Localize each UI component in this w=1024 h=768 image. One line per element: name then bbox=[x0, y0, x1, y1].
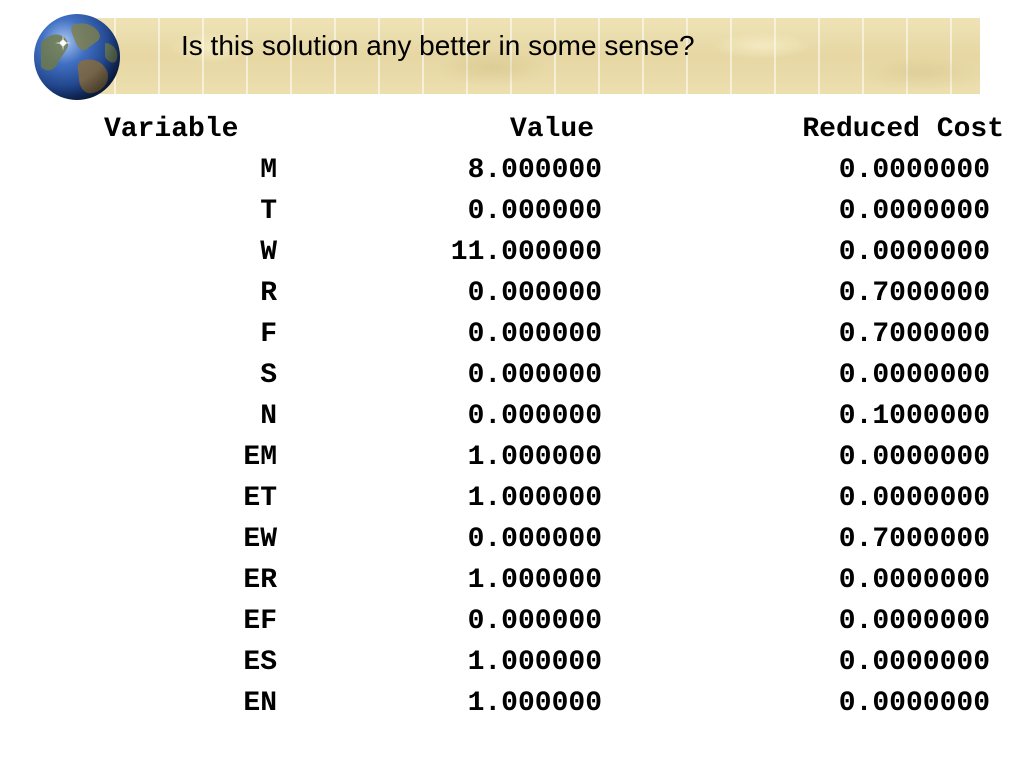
cell-value: 11.000000 bbox=[450, 237, 602, 268]
column-header-variable: Variable bbox=[104, 114, 239, 145]
cell-reduced-cost: 0.0000000 bbox=[838, 606, 990, 637]
cell-variable: W bbox=[260, 237, 277, 268]
cell-variable: EF bbox=[243, 606, 277, 637]
cell-value: 0.000000 bbox=[467, 360, 602, 391]
cell-reduced-cost: 0.1000000 bbox=[838, 401, 990, 432]
cell-reduced-cost: 0.0000000 bbox=[838, 196, 990, 227]
column-header-reduced-cost: Reduced Cost bbox=[802, 114, 1004, 145]
cell-variable: S bbox=[260, 360, 277, 391]
cell-variable: ER bbox=[243, 565, 277, 596]
cell-variable: ES bbox=[243, 647, 277, 678]
column-header-value: Value bbox=[509, 114, 594, 145]
cell-reduced-cost: 0.0000000 bbox=[838, 688, 990, 719]
cell-value: 1.000000 bbox=[467, 483, 602, 514]
cell-variable: F bbox=[260, 319, 277, 350]
cell-variable: EW bbox=[243, 524, 277, 555]
cell-reduced-cost: 0.0000000 bbox=[838, 360, 990, 391]
cell-value: 0.000000 bbox=[467, 319, 602, 350]
cell-reduced-cost: 0.0000000 bbox=[838, 442, 990, 473]
cell-variable: R bbox=[260, 278, 277, 309]
cell-variable: ET bbox=[243, 483, 277, 514]
cell-variable: EM bbox=[243, 442, 277, 473]
cell-reduced-cost: 0.7000000 bbox=[838, 524, 990, 555]
cell-value: 0.000000 bbox=[467, 278, 602, 309]
cell-value: 0.000000 bbox=[467, 606, 602, 637]
cell-variable: EN bbox=[243, 688, 277, 719]
cell-reduced-cost: 0.0000000 bbox=[838, 237, 990, 268]
cell-value: 1.000000 bbox=[467, 565, 602, 596]
cell-reduced-cost: 0.7000000 bbox=[838, 278, 990, 309]
cell-value: 1.000000 bbox=[467, 688, 602, 719]
cell-reduced-cost: 0.0000000 bbox=[838, 483, 990, 514]
cell-reduced-cost: 0.0000000 bbox=[838, 647, 990, 678]
cell-variable: M bbox=[260, 155, 277, 186]
cell-value: 1.000000 bbox=[467, 442, 602, 473]
cell-variable: N bbox=[260, 401, 277, 432]
cell-value: 8.000000 bbox=[467, 155, 602, 186]
results-table: Variable Value Reduced Cost M 8.000000 0.0… bbox=[0, 0, 1024, 768]
cell-variable: T bbox=[260, 196, 277, 227]
cell-reduced-cost: 0.0000000 bbox=[838, 155, 990, 186]
cell-value: 0.000000 bbox=[467, 524, 602, 555]
cell-value: 0.000000 bbox=[467, 401, 602, 432]
cell-value: 0.000000 bbox=[467, 196, 602, 227]
cell-reduced-cost: 0.0000000 bbox=[838, 565, 990, 596]
cell-reduced-cost: 0.7000000 bbox=[838, 319, 990, 350]
cell-value: 1.000000 bbox=[467, 647, 602, 678]
